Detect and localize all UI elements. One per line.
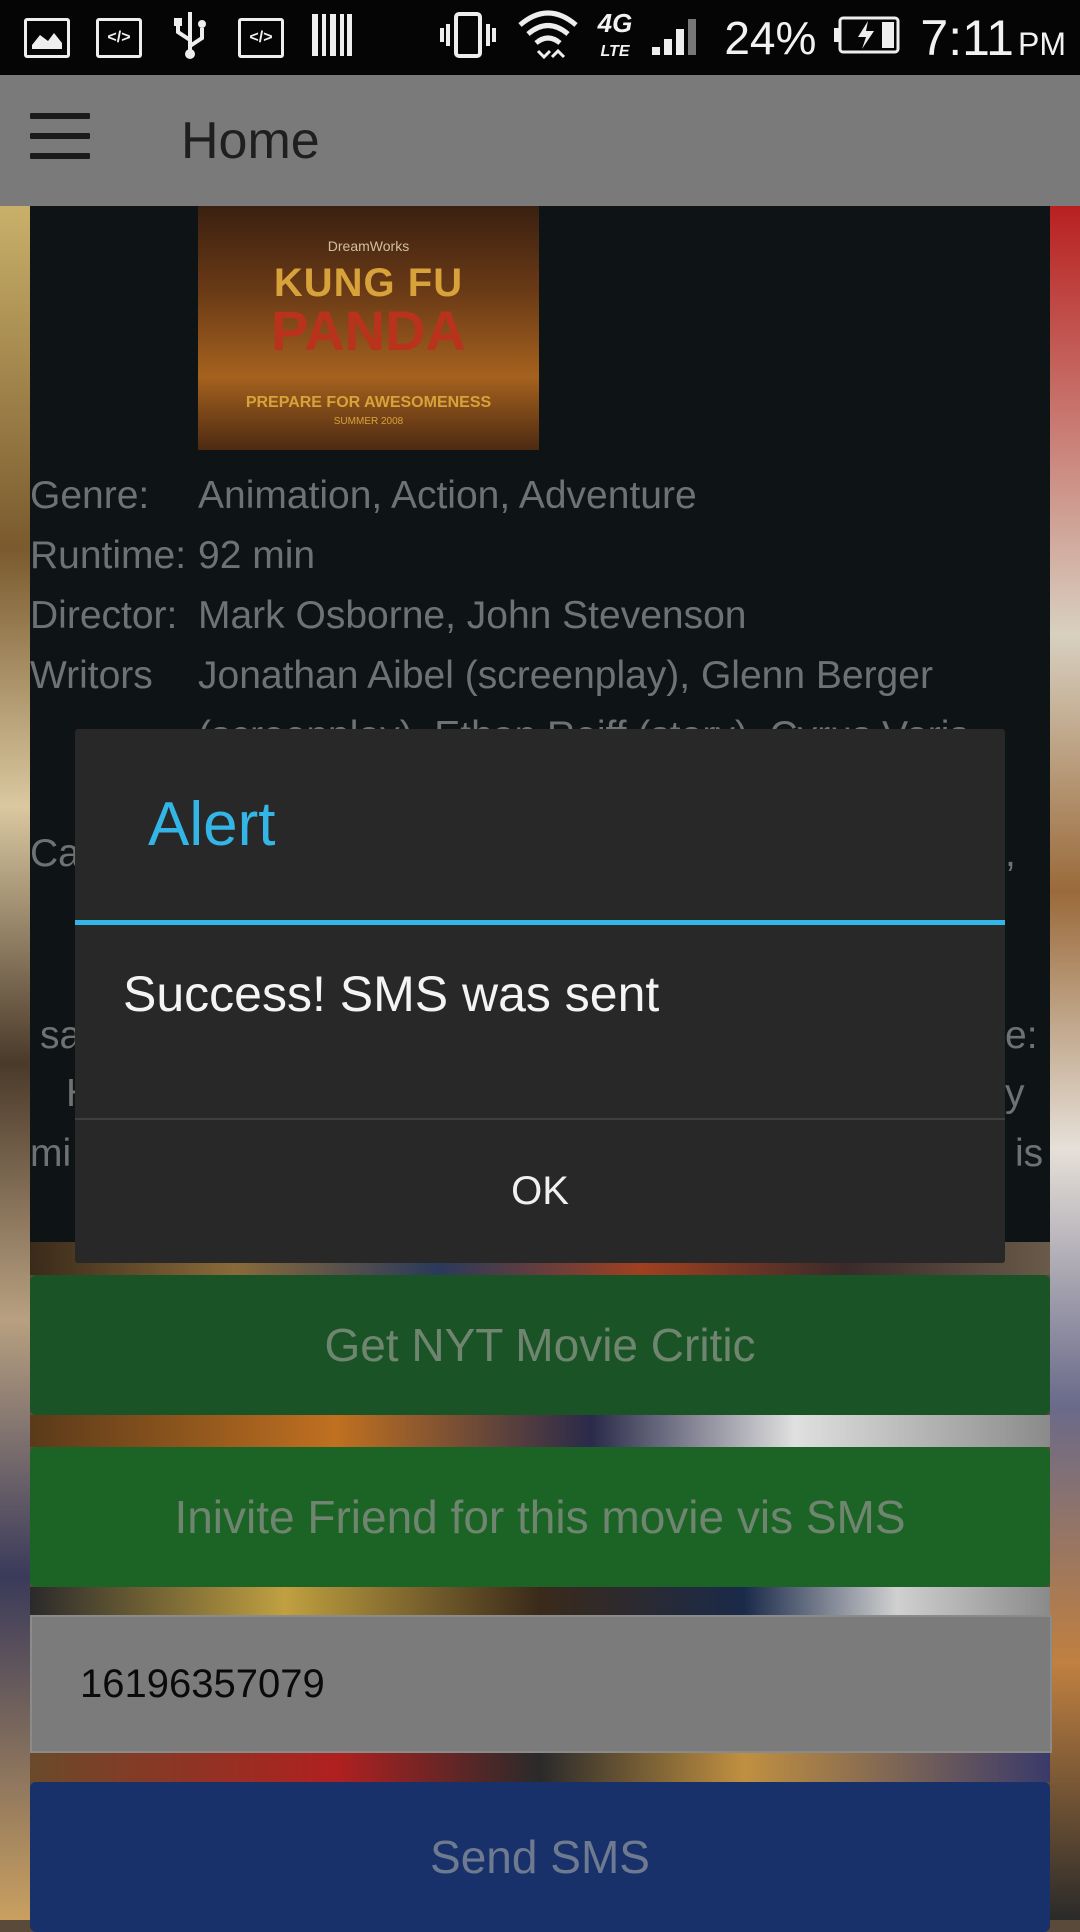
poster-release: SUMMER 2008	[333, 416, 404, 427]
signal-icon	[650, 13, 706, 62]
wifi-icon	[516, 7, 580, 68]
code-icon: </>	[238, 17, 284, 58]
invite-friend-sms-button[interactable]: Inivite Friend for this movie vis SMS	[30, 1447, 1050, 1587]
usb-icon	[168, 10, 212, 65]
clock-time: 7:11	[920, 9, 1014, 66]
plot-fragment: ,	[1005, 832, 1016, 875]
page-title: Home	[181, 112, 320, 170]
detail-value: Jonathan Aibel (screenplay), Glenn Berge…	[198, 654, 933, 697]
detail-label: Writors	[30, 654, 153, 697]
detail-label: Director:	[30, 594, 178, 637]
detail-label: Runtime:	[30, 534, 187, 577]
detail-value: Animation, Action, Adventure	[198, 474, 697, 517]
plot-fragment: is	[1015, 1132, 1044, 1175]
dialog-title-divider	[75, 920, 1005, 925]
vibrate-icon	[438, 10, 498, 65]
plot-fragment: y	[1005, 1072, 1025, 1115]
image-icon	[24, 17, 70, 58]
dialog-title: Alert	[148, 790, 276, 859]
battery-percent: 24%	[724, 11, 817, 64]
detail-label: Genre:	[30, 474, 150, 517]
detail-value: Mark Osborne, John Stevenson	[198, 594, 747, 637]
app-bar: Home	[0, 75, 1080, 206]
detail-value: 92 min	[198, 534, 316, 577]
poster-title-line2: PANDA	[271, 299, 466, 362]
hamburger-menu-icon[interactable]	[30, 113, 90, 159]
poster-studio: DreamWorks	[327, 238, 410, 254]
send-sms-button[interactable]: Send SMS	[30, 1782, 1050, 1932]
battery-charging-icon	[834, 15, 902, 60]
lte-icon: 4G LTE	[597, 8, 633, 60]
phone-number-input[interactable]: 16196357079	[30, 1615, 1052, 1753]
code-icon: </>	[96, 17, 142, 58]
plot-fragment: mi	[30, 1132, 72, 1175]
detail-label: Ca	[30, 832, 80, 875]
movie-poster: KUNG FU PANDA PREPARE FOR AWESOMENESS SU…	[198, 206, 539, 450]
dialog-ok-button[interactable]: OK	[75, 1120, 1005, 1263]
status-bar: </> </> 4G LTE 24% 7:11 PM	[0, 0, 1080, 75]
clock-ampm: PM	[1018, 25, 1066, 62]
plot-fragment: e:	[1005, 1014, 1038, 1057]
barcode-icon	[310, 12, 354, 63]
get-nyt-critic-button[interactable]: Get NYT Movie Critic	[30, 1275, 1050, 1415]
alert-dialog: Alert Success! SMS was sent OK	[75, 729, 1005, 1263]
dialog-message: Success! SMS was sent	[123, 966, 660, 1022]
poster-tagline: PREPARE FOR AWESOMENESS	[245, 394, 492, 411]
